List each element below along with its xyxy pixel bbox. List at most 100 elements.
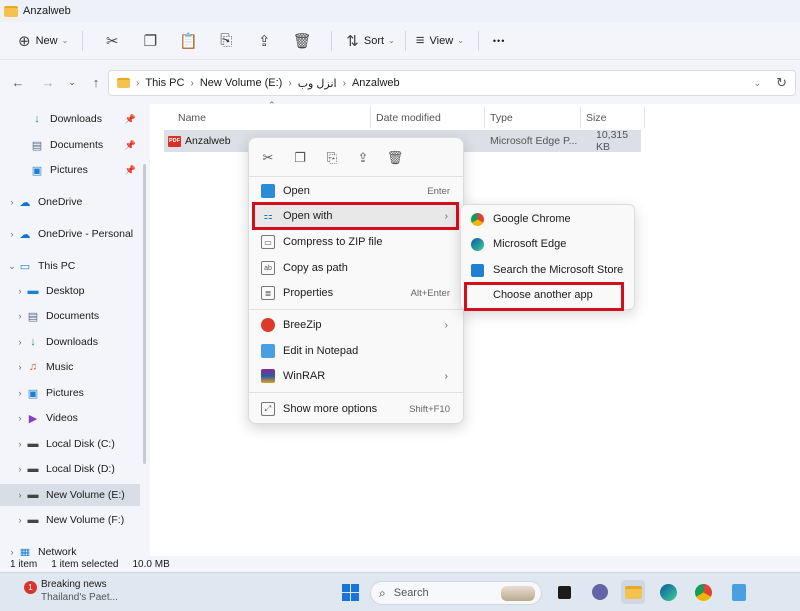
new-button[interactable]: ⊕ New ⌄ [14, 27, 72, 55]
menu-item-compress-zip[interactable]: ▭ Compress to ZIP file [254, 231, 460, 253]
pin-icon: 📌 [124, 164, 136, 175]
refresh-icon[interactable]: ↻ [776, 75, 787, 91]
submenu-item-store[interactable]: Search the Microsoft Store [467, 259, 631, 281]
forward-button[interactable]: → [36, 70, 60, 94]
sidebar-item-music[interactable]: › ♫ Music [0, 356, 140, 378]
chevron-right-icon[interactable]: › [14, 311, 26, 321]
breadcrumb-arabic-folder[interactable]: انزل وب [298, 77, 337, 90]
more-button[interactable]: ••• [489, 27, 509, 55]
chevron-down-icon: ⌄ [457, 36, 464, 45]
rename-icon[interactable]: ⎘ [322, 148, 342, 168]
file-explorer-button[interactable] [621, 580, 645, 604]
sidebar-item-new-volume-f[interactable]: › ▬ New Volume (F:) [0, 509, 140, 531]
chevron-right-icon[interactable]: › [14, 362, 26, 372]
menu-item-breezip[interactable]: BreeZip › [254, 314, 460, 336]
up-button[interactable]: ↑ [84, 70, 108, 94]
sidebar-item-downloads[interactable]: ↓ Downloads 📌 [0, 108, 140, 130]
sidebar-item-local-disk-d[interactable]: › ▬ Local Disk (D:) [0, 458, 140, 480]
sort-button[interactable]: ⇅ Sort ⌄ [342, 27, 398, 55]
chat-icon [592, 584, 608, 600]
chevron-right-icon[interactable]: › [14, 337, 26, 347]
copy-button[interactable]: ❐ [137, 27, 163, 55]
chevron-right-icon[interactable]: › [6, 197, 18, 207]
column-header-type[interactable]: Type [490, 108, 513, 128]
submenu-item-edge[interactable]: Microsoft Edge [467, 233, 631, 255]
breadcrumb-this-pc[interactable]: This PC [145, 77, 184, 89]
menu-item-open-with[interactable]: ⚏ Open with › [254, 205, 460, 227]
back-button[interactable]: ← [6, 70, 30, 94]
task-view-button[interactable] [552, 580, 576, 604]
teams-button[interactable] [588, 580, 612, 604]
address-bar[interactable]: › This PC › New Volume (E:) › انزل وب › … [108, 70, 796, 96]
share-icon[interactable]: ⇪ [353, 148, 373, 168]
submenu-item-label: Google Chrome [493, 213, 571, 225]
delete-button[interactable]: 🗑 [289, 27, 315, 55]
cut-button[interactable]: ✂ [99, 27, 125, 55]
chevron-right-icon[interactable]: › [14, 286, 26, 296]
breadcrumb-anzalweb[interactable]: Anzalweb [352, 77, 400, 89]
column-divider[interactable] [580, 106, 581, 128]
chevron-right-icon[interactable]: › [6, 229, 18, 239]
chevron-right-icon[interactable]: › [14, 515, 26, 525]
column-header-size[interactable]: Size [586, 108, 606, 128]
menu-item-label: WinRAR [283, 370, 326, 382]
sidebar-item-videos[interactable]: › ▶ Videos [0, 407, 140, 429]
column-header-name[interactable]: Name [178, 108, 206, 128]
sidebar-item-desktop[interactable]: › ▬ Desktop [0, 280, 140, 302]
notepad-button[interactable] [727, 580, 751, 604]
submenu-item-chrome[interactable]: Google Chrome [467, 208, 631, 230]
rename-button[interactable]: ⎘ [213, 27, 239, 55]
submenu-item-choose-another[interactable]: Choose another app [467, 284, 631, 306]
start-button[interactable] [338, 580, 362, 604]
store-icon [471, 263, 484, 277]
menu-item-copy-path[interactable]: ab Copy as path [254, 257, 460, 279]
chevron-right-icon[interactable]: › [14, 413, 26, 423]
sidebar-item-documents-pc[interactable]: › ▤ Documents [0, 305, 140, 327]
sidebar-scrollbar[interactable] [143, 164, 146, 464]
chevron-right-icon[interactable]: › [14, 388, 26, 398]
recent-button[interactable]: ⌄ [60, 70, 84, 94]
column-header-date[interactable]: Date modified [376, 108, 441, 128]
column-divider[interactable] [644, 106, 645, 128]
copy-icon[interactable]: ❐ [290, 148, 310, 168]
chevron-right-icon[interactable]: › [14, 439, 26, 449]
paste-button[interactable]: 📋 [175, 27, 201, 55]
sidebar-item-onedrive[interactable]: › ☁ OneDrive [0, 191, 140, 213]
share-button[interactable]: ⇪ [251, 27, 277, 55]
sidebar-item-pictures[interactable]: ▣ Pictures 📌 [0, 159, 140, 181]
taskbar-search[interactable]: ⌕ Search [370, 581, 542, 605]
sidebar-item-new-volume-e[interactable]: › ▬ New Volume (E:) [0, 484, 140, 506]
sidebar-item-onedrive-personal[interactable]: › ☁ OneDrive - Personal [0, 223, 140, 245]
chevron-down-icon: ⌄ [61, 36, 69, 45]
news-widget[interactable]: 1 Breaking news Thailand's Paet... [24, 579, 118, 603]
trash-icon[interactable]: 🗑 [385, 148, 405, 168]
chrome-icon [694, 583, 712, 601]
chevron-right-icon[interactable]: › [6, 547, 18, 556]
menu-item-edit-notepad[interactable]: Edit in Notepad [254, 340, 460, 362]
menu-item-show-more[interactable]: ⤢ Show more options Shift+F10 [254, 398, 460, 420]
menu-item-properties[interactable]: ≣ Properties Alt+Enter [254, 282, 460, 304]
menu-divider [249, 392, 463, 393]
menu-item-winrar[interactable]: WinRAR › [254, 365, 460, 387]
address-dropdown-icon[interactable]: ⌄ [753, 78, 761, 89]
cut-icon[interactable]: ✂ [258, 148, 278, 168]
chevron-right-icon[interactable]: › [14, 490, 26, 500]
column-size-label: Size [586, 112, 607, 124]
edge-button[interactable] [656, 580, 680, 604]
sidebar-item-this-pc[interactable]: ⌄ ▭ This PC [0, 255, 140, 277]
column-divider[interactable] [484, 106, 485, 128]
menu-item-open[interactable]: Open Enter [254, 180, 460, 202]
menu-item-label: Open with [283, 210, 333, 222]
chevron-down-icon[interactable]: ⌄ [6, 261, 18, 272]
chrome-button[interactable] [691, 580, 715, 604]
chevron-right-icon[interactable]: › [14, 464, 26, 474]
sidebar-item-local-disk-c[interactable]: › ▬ Local Disk (C:) [0, 433, 140, 455]
view-button[interactable]: ≡ View ⌄ [412, 27, 468, 55]
sidebar-item-downloads-pc[interactable]: › ↓ Downloads [0, 331, 140, 353]
breadcrumb-new-volume[interactable]: New Volume (E:) [200, 77, 283, 89]
sidebar-item-pictures-pc[interactable]: › ▣ Pictures [0, 382, 140, 404]
sidebar-item-network[interactable]: › ▦ Network [0, 541, 140, 556]
column-divider[interactable] [370, 106, 371, 128]
sidebar-item-documents[interactable]: ▤ Documents 📌 [0, 134, 140, 156]
folder-icon [624, 585, 642, 599]
